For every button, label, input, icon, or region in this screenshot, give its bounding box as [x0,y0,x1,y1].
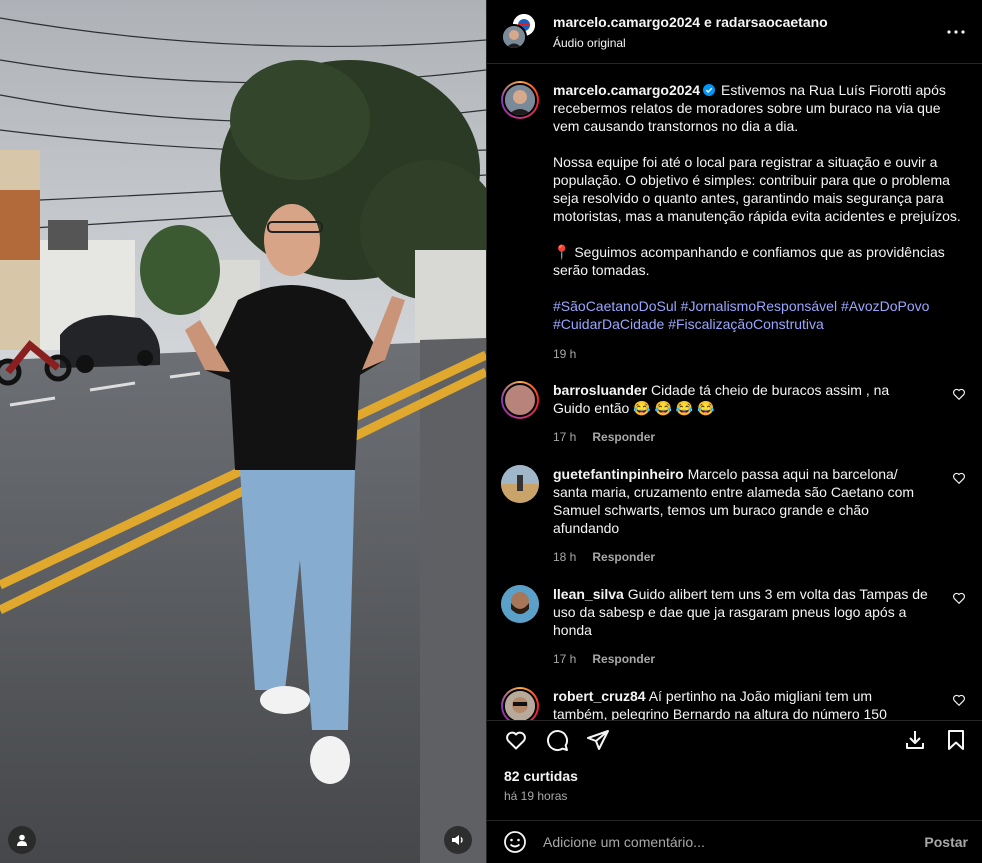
comment-icon [547,729,569,751]
avatar[interactable] [501,81,539,119]
tagged-users-button[interactable] [8,826,36,854]
bookmark-icon [948,729,964,750]
user-icon [17,834,27,846]
hashtag-link[interactable]: #AvozDoPovo [841,298,929,314]
hashtag-link[interactable]: #FiscalizaçãoConstrutiva [668,316,824,332]
emoji-icon[interactable] [503,830,527,854]
caption-paragraph-2: Nossa equipe foi até o local para regist… [553,154,961,224]
comments-scroll-area[interactable]: marcelo.camargo2024 Estivemos na Rua Luí… [487,65,982,720]
comment: guetefantinpinheiro Marcelo passa aqui n… [501,465,966,566]
reply-button[interactable]: Responder [592,428,655,446]
caption-timestamp[interactable]: 19 h [553,345,966,363]
comment-username[interactable]: llean_silva [553,586,624,602]
more-options-button[interactable] [944,20,968,44]
hashtags: #SãoCaetanoDoSul #JornalismoResponsável … [553,297,966,333]
caption-paragraph-3: 📍 Seguimos acompanhando e confiamos que … [553,244,945,278]
avatar[interactable] [501,687,539,720]
likes-count[interactable]: 82 curtidas [504,768,578,784]
comment-username[interactable]: barrosluander [553,382,647,398]
video-frame [0,0,486,863]
video-player[interactable] [0,0,486,863]
like-comment-heart-icon[interactable] [952,693,966,707]
like-comment-heart-icon[interactable] [952,591,966,605]
verified-badge-icon [703,84,716,96]
post-age[interactable]: há 19 horas [504,789,567,803]
post-actions-bar [487,720,982,758]
save-button[interactable] [944,728,968,752]
post-side-panel: marcelo.camargo2024 e radarsaocaetano Áu… [486,0,982,863]
like-button[interactable] [504,728,528,752]
instagram-post-view: marcelo.camargo2024 e radarsaocaetano Áu… [0,0,982,863]
share-button[interactable] [586,728,610,752]
comment: barrosluander Cidade tá cheio de buracos… [501,381,966,446]
speaker-icon [452,835,463,845]
audio-label[interactable]: Áudio original [553,36,944,50]
collab-avatars[interactable] [501,11,539,50]
comment-input[interactable] [543,834,925,850]
hashtag-link[interactable]: #SãoCaetanoDoSul [553,298,677,314]
comment-button[interactable] [545,728,569,752]
comment-username[interactable]: robert_cruz84 [553,688,646,704]
comment-composer: Postar [487,820,982,863]
heart-icon [506,731,526,749]
avatar[interactable] [501,381,539,419]
send-icon [587,729,609,750]
download-button[interactable] [903,728,927,752]
hashtag-link[interactable]: #CuidarDaCidade [553,316,664,332]
post-header: marcelo.camargo2024 e radarsaocaetano Áu… [487,0,982,64]
comment-timestamp[interactable]: 18 h [553,548,576,566]
post-caption: marcelo.camargo2024 Estivemos na Rua Luí… [501,81,966,363]
comment: llean_silva Guido alibert tem uns 3 em v… [501,585,966,668]
download-icon [906,730,924,749]
comment-username[interactable]: guetefantinpinheiro [553,466,684,482]
reply-button[interactable]: Responder [592,650,655,668]
like-comment-heart-icon[interactable] [952,471,966,485]
reply-button[interactable]: Responder [592,548,655,566]
post-comment-button[interactable]: Postar [924,834,968,850]
caption-username[interactable]: marcelo.camargo2024 [553,82,700,98]
comment-timestamp[interactable]: 17 h [553,650,576,668]
avatar[interactable] [501,585,539,623]
like-comment-heart-icon[interactable] [952,387,966,401]
post-author-title[interactable]: marcelo.camargo2024 e radarsaocaetano [553,14,944,30]
hashtag-link[interactable]: #JornalismoResponsável [681,298,837,314]
avatar[interactable] [501,465,539,503]
avatar [501,23,527,50]
more-horizontal-icon [947,29,965,34]
comment-timestamp[interactable]: 17 h [553,428,576,446]
mute-toggle-button[interactable] [444,826,472,854]
comment: robert_cruz84 Aí pertinho na João miglia… [501,687,966,720]
